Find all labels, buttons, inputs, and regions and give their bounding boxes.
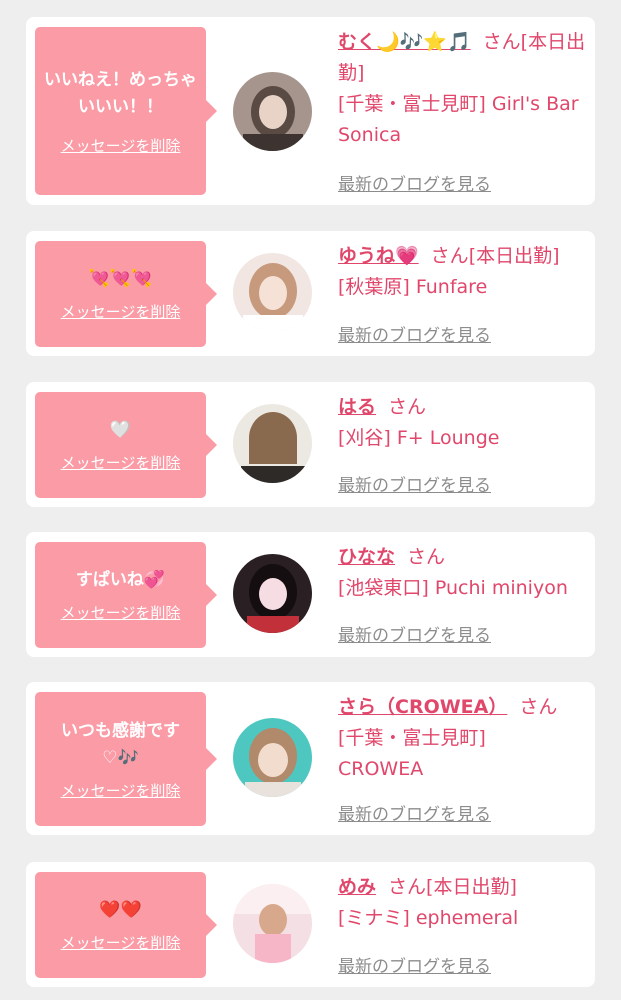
honorific: さん [430,245,469,267]
message-bubble: いいねえ！めっちゃいいい！！ メッセージを削除 [35,27,217,195]
cast-name-link[interactable]: はる [338,396,376,418]
delete-message-link[interactable]: メッセージを削除 [61,932,181,953]
avatar[interactable] [233,718,312,797]
message-bubble: いつも感謝です♡🎶 メッセージを削除 [35,692,217,826]
cast-name-link[interactable]: ゆうね💗 [338,245,419,267]
message-text: いいねえ！めっちゃいいい！！ [44,69,197,117]
shop-info: [刈谷] F+ Lounge [338,427,500,449]
message-bubble: ❤️❤️ メッセージを削除 [35,872,217,978]
honorific: さん [482,31,521,53]
name-line: めみ さん[本日出勤] [338,872,588,903]
cast-name-link[interactable]: さら（CROWEA） [338,696,507,718]
delete-message-link[interactable]: メッセージを削除 [61,135,181,156]
avatar-image [233,884,312,963]
shop-info: [ミナミ] ephemeral [338,907,519,929]
cast-info: ひなな さん [池袋東口] Puchi miniyon [338,542,588,604]
message-bubble: 🤍 メッセージを削除 [35,392,217,498]
name-line: ひなな さん [338,542,588,573]
latest-blog-link[interactable]: 最新のブログを見る [338,952,491,977]
honorific: さん [388,396,427,418]
cast-info: めみ さん[本日出勤] [ミナミ] ephemeral [338,872,588,934]
attendance-status: [本日出勤] [426,876,517,898]
honorific: さん [519,696,558,718]
avatar-image [233,404,312,483]
avatar[interactable] [233,253,312,332]
message-card: すぱいね💞 メッセージを削除 ひなな さん [池袋東口] Puchi miniyo… [26,532,595,657]
attendance-status: [本日出勤] [468,245,560,267]
cast-info: むく🌙🎶⭐️🎵 さん[本日出勤] [千葉・富士見町] Girl's Bar Son… [338,27,588,151]
shop-info: [千葉・富士見町] Girl's Bar Sonica [338,93,579,146]
cast-name-link[interactable]: めみ [338,876,376,898]
latest-blog-link[interactable]: 最新のブログを見る [338,321,491,346]
message-text: すぱいね💞 [75,570,166,590]
avatar[interactable] [233,404,312,483]
delete-message-link[interactable]: メッセージを削除 [61,780,181,801]
cast-name-link[interactable]: むく🌙🎶⭐️🎵 [338,31,471,53]
cast-info: さら（CROWEA） さん [千葉・富士見町] CROWEA [338,692,588,785]
message-bubble: すぱいね💞 メッセージを削除 [35,542,217,648]
latest-blog-link[interactable]: 最新のブログを見る [338,471,491,496]
latest-blog-link[interactable]: 最新のブログを見る [338,800,491,825]
avatar-image [233,718,312,797]
latest-blog-link[interactable]: 最新のブログを見る [338,621,491,646]
message-text: 💘💘💘 [88,269,153,289]
delete-message-link[interactable]: メッセージを削除 [61,452,181,473]
avatar-image [233,554,312,633]
name-line: むく🌙🎶⭐️🎵 さん[本日出勤] [338,27,588,89]
honorific: さん [388,876,427,898]
name-line: はる さん [338,392,588,423]
message-card: いつも感謝です♡🎶 メッセージを削除 さら（CROWEA） さん [千葉・富士見町… [26,682,595,835]
name-line: さら（CROWEA） さん [338,692,588,723]
delete-message-link[interactable]: メッセージを削除 [61,301,181,322]
message-card: いいねえ！めっちゃいいい！！ メッセージを削除 むく🌙🎶⭐️🎵 さん[本日出勤] … [26,17,595,205]
name-line: ゆうね💗 さん[本日出勤] [338,241,588,272]
cast-info: はる さん [刈谷] F+ Lounge [338,392,588,454]
avatar-image [233,253,312,332]
message-card: ❤️❤️ メッセージを削除 めみ さん[本日出勤] [ミナミ] ephemeral… [26,862,595,987]
message-text: 🤍 [109,420,132,440]
shop-info: [池袋東口] Puchi miniyon [338,577,568,599]
shop-info: [千葉・富士見町] CROWEA [338,727,486,780]
shop-info: [秋葉原] Funfare [338,276,488,298]
message-text: ❤️❤️ [99,900,142,920]
delete-message-link[interactable]: メッセージを削除 [61,602,181,623]
honorific: さん [407,546,446,568]
avatar-image [233,72,312,151]
message-bubble: 💘💘💘 メッセージを削除 [35,241,217,347]
message-card: 🤍 メッセージを削除 はる さん [刈谷] F+ Lounge 最新のブログを見る [26,382,595,507]
cast-info: ゆうね💗 さん[本日出勤] [秋葉原] Funfare [338,241,588,303]
message-text: いつも感謝です♡🎶 [61,720,180,768]
message-card: 💘💘💘 メッセージを削除 ゆうね💗 さん[本日出勤] [秋葉原] Funfare … [26,231,595,356]
cast-name-link[interactable]: ひなな [338,546,395,568]
avatar[interactable] [233,72,312,151]
avatar[interactable] [233,554,312,633]
latest-blog-link[interactable]: 最新のブログを見る [338,170,491,195]
avatar[interactable] [233,884,312,963]
